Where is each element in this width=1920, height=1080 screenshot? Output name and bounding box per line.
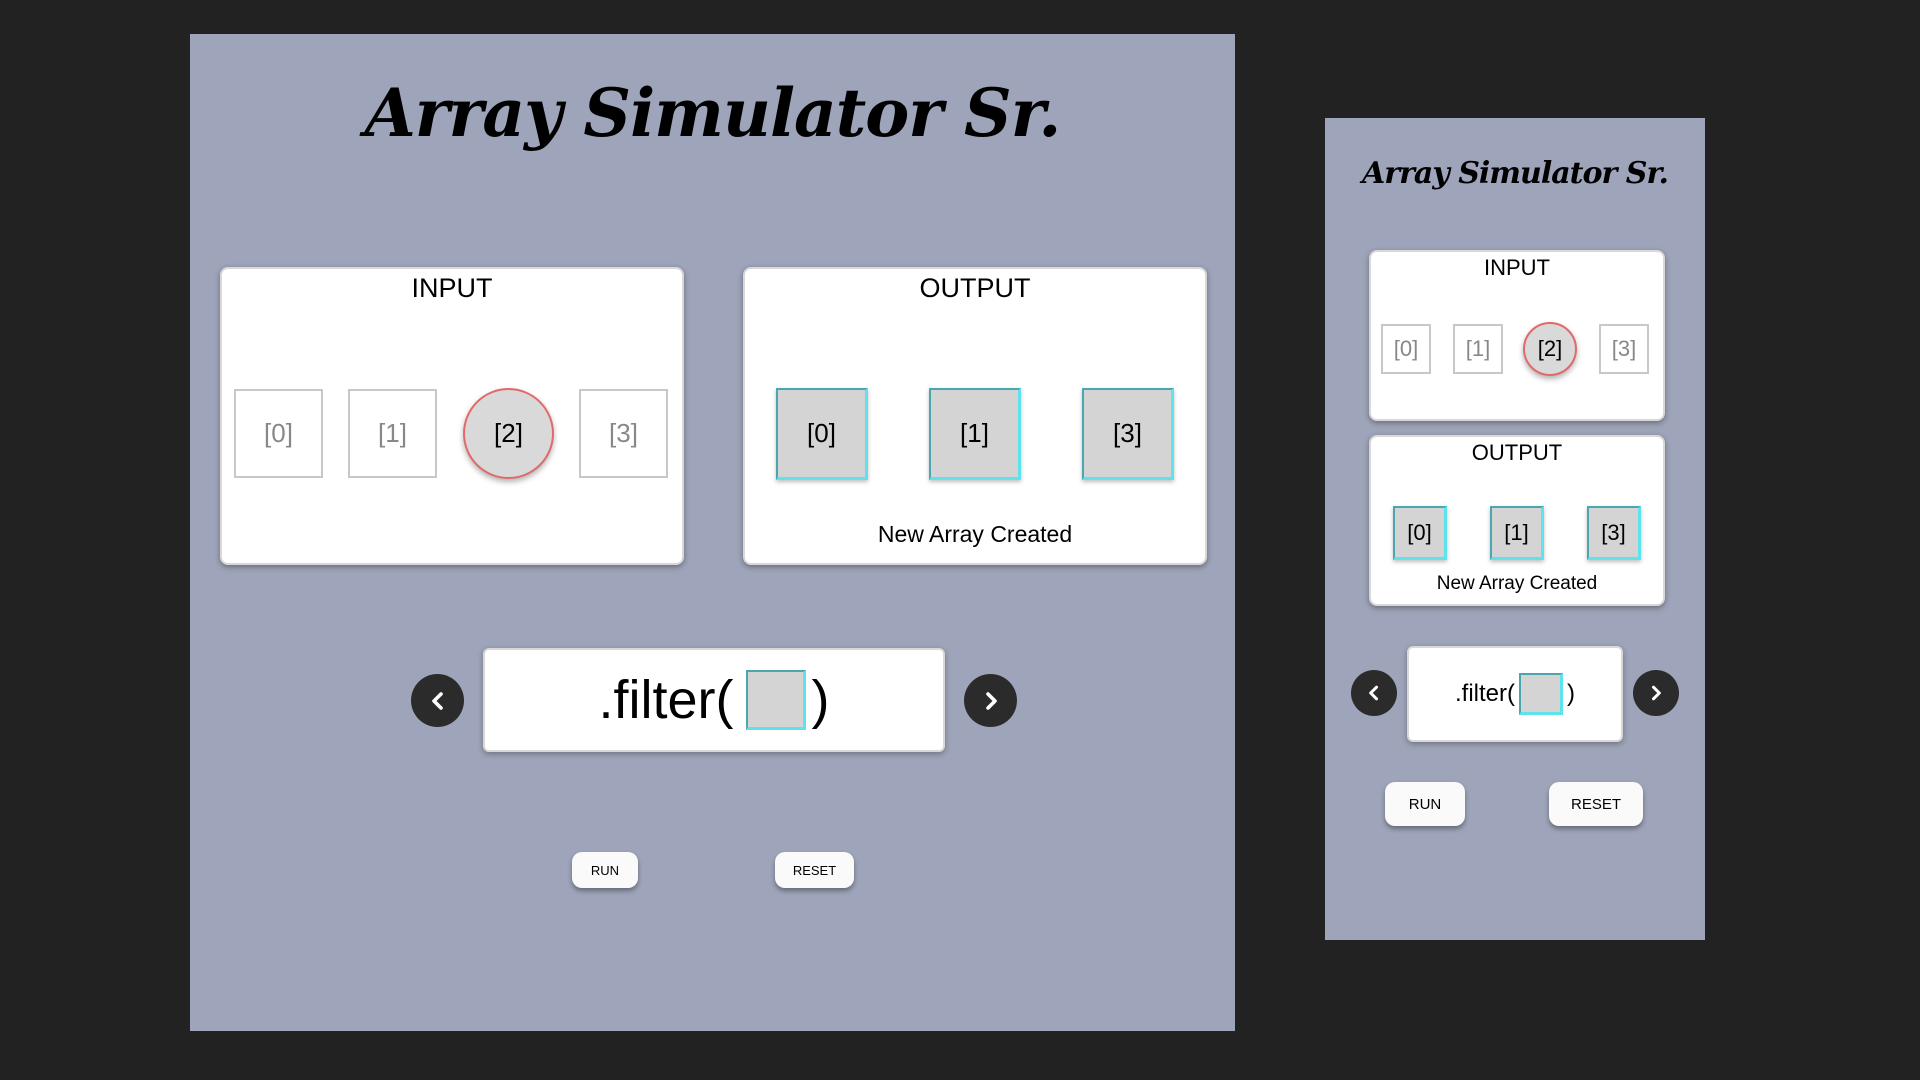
method-suffix: ) [811, 670, 830, 730]
method-display: .filter( ) [483, 648, 945, 752]
app-title-mobile: Array Simulator Sr. [1362, 156, 1669, 191]
input-element-1-mobile[interactable]: [1] [1453, 324, 1503, 374]
input-element-0[interactable]: [0] [234, 389, 323, 478]
reset-button-mobile[interactable]: RESET [1549, 782, 1643, 826]
run-button[interactable]: RUN [572, 852, 638, 888]
input-element-1[interactable]: [1] [348, 389, 437, 478]
chevron-left-icon [426, 689, 450, 713]
output-panel: OUTPUT [0] [1] [3] New Array Created [743, 267, 1207, 565]
output-heading: OUTPUT [919, 273, 1031, 303]
input-element-0-mobile[interactable]: [0] [1381, 324, 1431, 374]
input-element-2-mobile[interactable]: [2] [1523, 322, 1577, 376]
input-panel-mobile: INPUT [0] [1] [2] [3] [1369, 250, 1665, 421]
callback-slot-mobile[interactable] [1519, 673, 1563, 715]
prev-button[interactable] [411, 674, 464, 727]
prev-button-mobile[interactable] [1351, 670, 1397, 716]
app-title: Array Simulator Sr. [364, 74, 1062, 152]
method-prefix: .filter( [598, 670, 734, 730]
input-heading: INPUT [411, 273, 493, 303]
chevron-right-icon-mobile [1646, 683, 1666, 703]
next-button[interactable] [964, 674, 1017, 727]
method-prefix-mobile: .filter( [1455, 680, 1515, 707]
output-element-1-mobile[interactable]: [1] [1490, 506, 1544, 560]
callback-slot[interactable] [745, 670, 806, 730]
desktop-view: Array Simulator Sr. INPUT [0] [1] [2] [3… [190, 34, 1235, 1031]
chevron-right-icon [979, 689, 1003, 713]
input-heading-mobile: INPUT [1484, 255, 1550, 280]
input-element-2[interactable]: [2] [463, 388, 554, 479]
chevron-left-icon-mobile [1364, 683, 1384, 703]
next-button-mobile[interactable] [1633, 670, 1679, 716]
output-element-3-mobile[interactable]: [3] [1587, 506, 1641, 560]
input-element-3[interactable]: [3] [579, 389, 668, 478]
mobile-view: Array Simulator Sr. INPUT [0] [1] [2] [3… [1325, 118, 1705, 940]
output-status: New Array Created [877, 521, 1073, 547]
output-element-0[interactable]: [0] [776, 388, 868, 480]
reset-button[interactable]: RESET [775, 852, 854, 888]
output-element-1[interactable]: [1] [929, 388, 1021, 480]
input-panel: INPUT [0] [1] [2] [3] [220, 267, 684, 565]
output-heading-mobile: OUTPUT [1471, 440, 1563, 465]
output-panel-mobile: OUTPUT [0] [1] [3] New Array Created [1369, 435, 1665, 606]
run-button-mobile[interactable]: RUN [1385, 782, 1465, 826]
method-suffix-mobile: ) [1567, 680, 1575, 707]
output-element-0-mobile[interactable]: [0] [1393, 506, 1447, 560]
input-element-3-mobile[interactable]: [3] [1599, 324, 1649, 374]
output-element-3[interactable]: [3] [1082, 388, 1174, 480]
method-display-mobile: .filter( ) [1407, 646, 1623, 742]
output-status-mobile: New Array Created [1436, 573, 1598, 594]
